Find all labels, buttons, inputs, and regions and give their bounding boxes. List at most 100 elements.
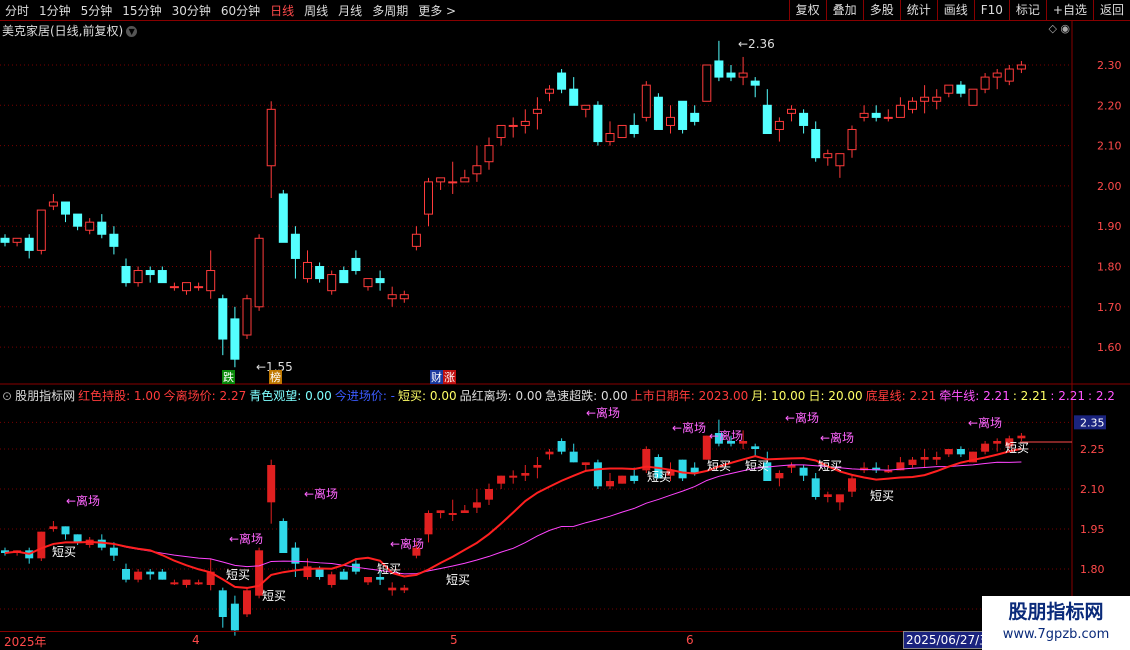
ind-tick: 1.80 xyxy=(1080,563,1105,576)
candle-body xyxy=(895,104,905,118)
candle-body xyxy=(230,318,240,360)
candle-body xyxy=(315,266,325,280)
candle-body xyxy=(73,213,83,227)
candle-body xyxy=(121,266,131,284)
candle-body xyxy=(48,201,58,207)
candle-body xyxy=(169,286,179,289)
candle-body xyxy=(1004,68,1014,82)
candle-body xyxy=(956,84,966,94)
candle-body xyxy=(908,100,917,110)
candle-body xyxy=(690,112,700,122)
price-tick: 1.90 xyxy=(1097,220,1122,233)
candle-body xyxy=(774,120,784,130)
candle-body xyxy=(399,294,409,300)
watermark-title: 股朋指标网 xyxy=(1008,601,1104,623)
indicator-value: 急速超跌: 0.00 xyxy=(545,389,628,403)
buy-label: 短买 xyxy=(870,489,894,503)
candle-body xyxy=(678,100,688,130)
candle-body xyxy=(266,108,276,167)
candle-body xyxy=(411,233,421,247)
candle-body xyxy=(218,298,228,340)
tag-zhang: 涨 xyxy=(444,371,455,384)
ind-tick: 2.10 xyxy=(1080,483,1105,496)
indicator-value: 品红离场: 0.00 xyxy=(459,389,543,403)
candle-body xyxy=(532,108,542,114)
candle-body xyxy=(617,124,627,139)
price-tick: 1.70 xyxy=(1097,301,1122,314)
candle-body xyxy=(593,104,603,143)
ind-tick: 2.25 xyxy=(1080,443,1105,456)
candle-body xyxy=(557,72,567,90)
candle-body xyxy=(85,221,95,231)
leave-label: ←离场 xyxy=(709,428,743,443)
candle-body xyxy=(545,88,554,94)
indicator-value: 红色持股: 1.00 xyxy=(78,389,161,403)
candle-body xyxy=(520,120,530,126)
date-tick: 4 xyxy=(192,633,200,647)
candle-body xyxy=(823,153,833,159)
candle-body xyxy=(375,278,385,284)
candle-body xyxy=(980,76,990,90)
candle-body xyxy=(387,294,397,300)
indicator-value: 底星线: 2.21 xyxy=(865,389,937,403)
candle-body xyxy=(641,84,651,118)
leave-label: ←离场 xyxy=(672,420,706,435)
tag-die: 跌 xyxy=(223,370,234,384)
indicator-value: : 2.2 xyxy=(1087,389,1115,403)
candle-body xyxy=(109,233,119,247)
buy-label: 短买 xyxy=(377,562,401,576)
candle-body xyxy=(847,128,857,151)
leave-label: ←离场 xyxy=(390,536,424,551)
candle-body xyxy=(738,72,748,78)
watermark: 股朋指标网 www.7gpzb.com xyxy=(982,596,1130,650)
candle-body xyxy=(12,237,22,243)
candle-body xyxy=(194,286,204,289)
date-tick: 5 xyxy=(450,633,458,647)
candle-body xyxy=(871,112,881,118)
indicator-value: 今离场价: 2.27 xyxy=(163,389,247,403)
settings-icon[interactable]: ⊙ xyxy=(2,389,12,403)
candle-body xyxy=(944,84,954,94)
price-tick: 2.20 xyxy=(1097,99,1122,112)
candle-body xyxy=(24,237,34,251)
buy-label: 短买 xyxy=(745,459,769,473)
leave-label: ←离场 xyxy=(820,430,854,445)
candle-body xyxy=(460,177,470,183)
candle-body xyxy=(182,282,191,292)
candle-body xyxy=(968,88,978,106)
buy-label: 短买 xyxy=(446,573,470,587)
indicator-value: 上市日期年: 2023.00 xyxy=(630,389,749,403)
candle-body xyxy=(363,278,373,288)
indicator-value: 月: 10.00 xyxy=(751,389,806,403)
candle-body xyxy=(472,165,482,175)
candle-body xyxy=(750,80,760,86)
candle-body xyxy=(133,270,143,284)
candle-body xyxy=(206,270,216,292)
candle-body xyxy=(653,96,663,130)
candle-body xyxy=(145,270,155,276)
tag-bang: 榜 xyxy=(270,370,281,384)
candle-body xyxy=(0,237,10,243)
candle-body xyxy=(424,181,433,215)
indicator-value: 青色观望: 0.00 xyxy=(249,389,332,403)
ind-tick: 1.95 xyxy=(1080,523,1105,536)
candle-body xyxy=(702,64,712,102)
ind-tick: 2.35 xyxy=(1080,416,1105,429)
buy-label: 短买 xyxy=(707,459,731,473)
candle-body xyxy=(339,270,349,284)
indicator-value: : 2.21 xyxy=(1050,389,1085,403)
price-tick: 2.30 xyxy=(1097,59,1122,72)
date-tick: 2025年 xyxy=(4,635,47,649)
candle-body xyxy=(436,177,446,183)
candle-body xyxy=(1016,64,1026,70)
candle-body xyxy=(629,124,639,135)
leave-label: ←离场 xyxy=(968,415,1002,430)
candle-body xyxy=(932,96,942,102)
candle-body xyxy=(762,104,772,135)
indicator-value: 牵牛线: 2.21 xyxy=(939,389,1010,403)
candle-body xyxy=(290,233,300,259)
indicator-title: ⊙ 股朋指标网 红色持股: 1.00 今离场价: 2.27 青色观望: 0.00 今进场价… xyxy=(2,387,1118,404)
kline-chart[interactable]: 2.30 2.20 2.10 2.00 1.90 1.80 1.70 1.60 2.35 2.25… xyxy=(0,0,1130,650)
candle-body xyxy=(666,116,675,126)
buy-label: 短买 xyxy=(1005,441,1029,455)
